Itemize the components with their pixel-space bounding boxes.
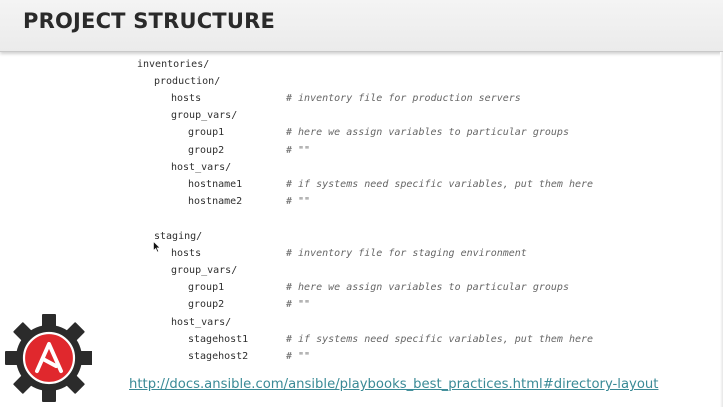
production-group1: group1 — [188, 127, 225, 138]
production-group2-comment: # "" — [286, 145, 311, 156]
staging-stagehost1: stagehost1 — [188, 334, 249, 345]
staging-stagehost2: stagehost2 — [188, 351, 249, 362]
staging-group-vars: group_vars/ — [171, 265, 238, 276]
production-hosts: hosts — [171, 93, 202, 104]
production-hostname1-comment: # if systems need specific variables, pu… — [286, 179, 594, 190]
staging-stagehost1-comment: # if systems need specific variables, pu… — [286, 334, 594, 345]
staging-group1: group1 — [188, 282, 225, 293]
staging-stagehost2-comment: # "" — [286, 351, 311, 362]
staging-hosts: hosts — [171, 248, 202, 259]
tree-root: inventories/ — [137, 59, 210, 70]
production-host-vars: host_vars/ — [171, 162, 232, 173]
mouse-pointer-icon — [153, 241, 161, 253]
production-dir: production/ — [154, 76, 221, 87]
ansible-logo-icon — [5, 314, 92, 402]
staging-dir: staging/ — [154, 231, 203, 242]
staging-group1-comment: # here we assign variables to particular… — [286, 282, 569, 293]
production-hostname2: hostname2 — [188, 196, 243, 207]
slide-title: PROJECT STRUCTURE — [23, 9, 275, 33]
docs-link[interactable]: http://docs.ansible.com/ansible/playbook… — [129, 377, 658, 392]
production-group-vars: group_vars/ — [171, 110, 238, 121]
production-group1-comment: # here we assign variables to particular… — [286, 127, 569, 138]
staging-hosts-comment: # inventory file for staging environment — [286, 248, 527, 259]
staging-group2: group2 — [188, 299, 225, 310]
staging-host-vars: host_vars/ — [171, 317, 232, 328]
production-hostname1: hostname1 — [188, 179, 243, 190]
production-hosts-comment: # inventory file for production servers — [286, 93, 521, 104]
slide-header: PROJECT STRUCTURE — [0, 0, 723, 52]
staging-group2-comment: # "" — [286, 299, 311, 310]
production-hostname2-comment: # "" — [286, 196, 311, 207]
production-group2: group2 — [188, 145, 225, 156]
